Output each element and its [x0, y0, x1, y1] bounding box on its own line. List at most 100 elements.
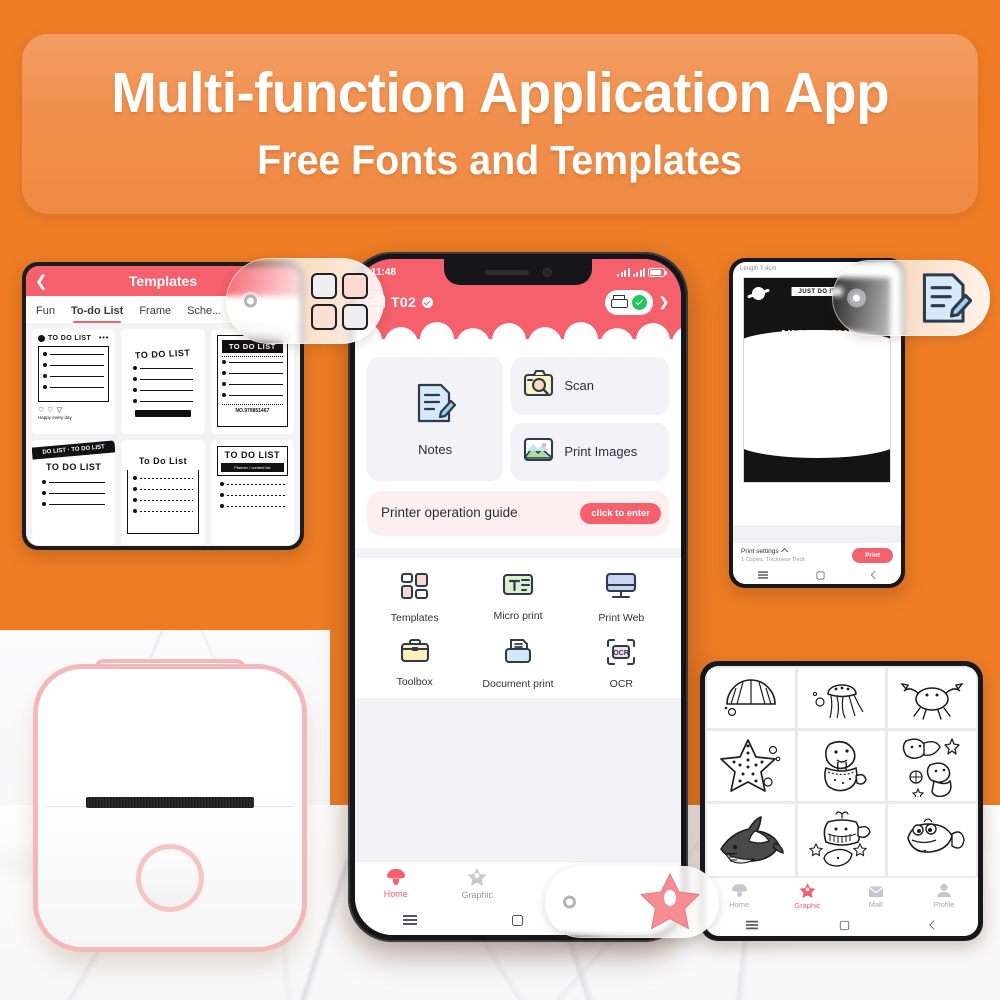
- graphics-phone-mockup: Home Graphic Mall Profile: [700, 661, 983, 941]
- graphic-star-icon: [467, 867, 487, 886]
- function-grid: Templates Micro print Print Web Toolbox …: [355, 558, 681, 698]
- svg-text:OCR: OCR: [614, 650, 630, 657]
- square-icon[interactable]: [512, 914, 524, 926]
- text-print-icon: [502, 572, 534, 603]
- menu-icon[interactable]: [746, 920, 758, 930]
- sticker-cell[interactable]: [707, 668, 795, 728]
- tab-graphic[interactable]: Graphic: [437, 867, 519, 900]
- printer-icon: [610, 295, 628, 309]
- function-templates[interactable]: Templates: [363, 572, 466, 624]
- hero-scallop-edge: [355, 318, 681, 348]
- chevron-up-icon[interactable]: [780, 547, 788, 556]
- gfx-tab-mall[interactable]: Mall: [842, 883, 910, 909]
- ocr-scan-icon: OCR: [606, 638, 636, 671]
- function-label: Document print: [482, 678, 554, 690]
- template-card-title: To Do List: [138, 456, 188, 466]
- quick-action-print-images[interactable]: Print Images: [511, 423, 669, 481]
- template-card-progress-bar: [135, 410, 191, 417]
- main-phone-mockup: 11:48 T02 ❯ Notes Scan Print Images Prin…: [348, 252, 688, 942]
- content-filler-area: [355, 698, 681, 861]
- template-card[interactable]: TO DO LIST Planner / content list: [210, 440, 294, 545]
- gfx-tab-label: Profile: [933, 900, 955, 909]
- tab-fun[interactable]: Fun: [36, 305, 55, 323]
- function-print-web[interactable]: Print Web: [570, 572, 673, 624]
- monitor-icon: [605, 572, 637, 605]
- sticker-cell[interactable]: [797, 804, 886, 876]
- template-card-subtitle: Planner / content list: [220, 463, 284, 472]
- template-card[interactable]: TO DO LIST ••• ♡ ♡ ▽ Happy every day: [32, 329, 116, 434]
- scan-camera-icon: [523, 369, 554, 403]
- function-toolbox[interactable]: Toolbox: [363, 638, 466, 690]
- print-settings-bar[interactable]: Print settings 1 Copies, Thickness Thick…: [733, 543, 901, 566]
- templates-grid-icon: [400, 572, 430, 605]
- notes-edit-icon: [918, 269, 973, 327]
- sticker-cell[interactable]: [888, 668, 976, 728]
- quick-action-scan[interactable]: Scan: [511, 357, 669, 415]
- home-mushroom-icon: [386, 869, 405, 885]
- function-label: Templates: [390, 612, 439, 624]
- square-icon[interactable]: [839, 920, 850, 930]
- quick-actions-row: Notes Scan Print Images: [355, 347, 681, 481]
- sticker-cell[interactable]: [797, 731, 886, 801]
- tab-label: Graphic: [461, 889, 493, 900]
- back-icon[interactable]: [929, 920, 939, 930]
- template-card-title: TO DO LIST: [45, 462, 102, 472]
- gfx-tab-profile[interactable]: Profile: [910, 883, 978, 909]
- square-icon[interactable]: [816, 571, 824, 579]
- art-arc-shape-bottom: [744, 424, 890, 458]
- sticker-grid: [705, 666, 978, 878]
- click-to-enter-button[interactable]: click to enter: [580, 502, 661, 525]
- phone-notch: [444, 259, 592, 285]
- template-card[interactable]: DO LIST · TO DO LIST TO DO LIST: [32, 440, 116, 545]
- gfx-tab-label: Graphic: [794, 900, 821, 910]
- graphics-phone-screen: Home Graphic Mall Profile: [705, 666, 978, 936]
- quick-action-label: Print Images: [564, 444, 638, 460]
- status-time: 11:48: [371, 266, 397, 278]
- wifi-signal-icon: [632, 267, 645, 277]
- planet-icon: [752, 287, 765, 300]
- whale-icon: [809, 811, 872, 867]
- connected-device-chip[interactable]: T02: [367, 294, 434, 310]
- tab-todo-list[interactable]: To-do List: [71, 305, 123, 323]
- menu-icon[interactable]: [757, 571, 768, 579]
- template-card[interactable]: To Do List: [121, 440, 205, 545]
- function-ocr[interactable]: OCR OCR: [570, 638, 673, 690]
- printer-guide-bar[interactable]: Printer operation guide click to enter: [367, 491, 669, 536]
- printer-power-button[interactable]: [141, 849, 199, 907]
- sticker-cell[interactable]: [797, 668, 886, 728]
- sticker-cell[interactable]: [888, 731, 976, 801]
- printer-status-pill[interactable]: [604, 289, 653, 315]
- tab-schedule[interactable]: Sche...: [187, 305, 221, 323]
- sticker-cell[interactable]: [707, 804, 795, 876]
- gfx-tab-graphic[interactable]: Graphic: [773, 882, 841, 910]
- back-icon[interactable]: [870, 570, 879, 580]
- sticker-cell[interactable]: [707, 731, 795, 801]
- template-card[interactable]: TO DO LIST: [121, 329, 205, 434]
- page-title: Multi-function Application App: [111, 60, 889, 125]
- menu-icon[interactable]: [402, 915, 417, 925]
- profile-person-icon: [936, 883, 951, 898]
- quick-action-notes[interactable]: Notes: [367, 357, 504, 481]
- function-micro-print[interactable]: Micro print: [466, 572, 569, 624]
- tab-home[interactable]: Home: [355, 868, 437, 899]
- mall-bag-icon: [868, 886, 884, 898]
- tab-frame[interactable]: Frame: [139, 305, 171, 323]
- quick-actions-column: Scan Print Images: [511, 357, 669, 481]
- header-banner: Multi-function Application App Free Font…: [22, 34, 978, 214]
- print-settings-title: Print settings: [741, 548, 779, 555]
- quick-action-label: Notes: [418, 442, 453, 457]
- function-document-print[interactable]: Document print: [466, 638, 569, 690]
- home-mushroom-icon: [731, 883, 747, 898]
- section-divider: [355, 548, 681, 558]
- template-card[interactable]: TO DO LIST NO.979851467: [210, 329, 294, 434]
- notes-edit-icon: [414, 381, 457, 430]
- star-icon: [639, 872, 701, 932]
- image-picture-icon: [523, 436, 554, 468]
- app-top-bar: T02 ❯: [355, 287, 681, 317]
- graphics-system-nav: [705, 914, 978, 936]
- print-button[interactable]: Print: [852, 548, 893, 563]
- chevron-right-icon[interactable]: ❯: [659, 295, 669, 309]
- more-dots-icon: •••: [98, 335, 110, 342]
- sticker-cell[interactable]: [888, 804, 976, 876]
- print-settings-subtitle: 1 Copies, Thickness Thick: [741, 557, 805, 563]
